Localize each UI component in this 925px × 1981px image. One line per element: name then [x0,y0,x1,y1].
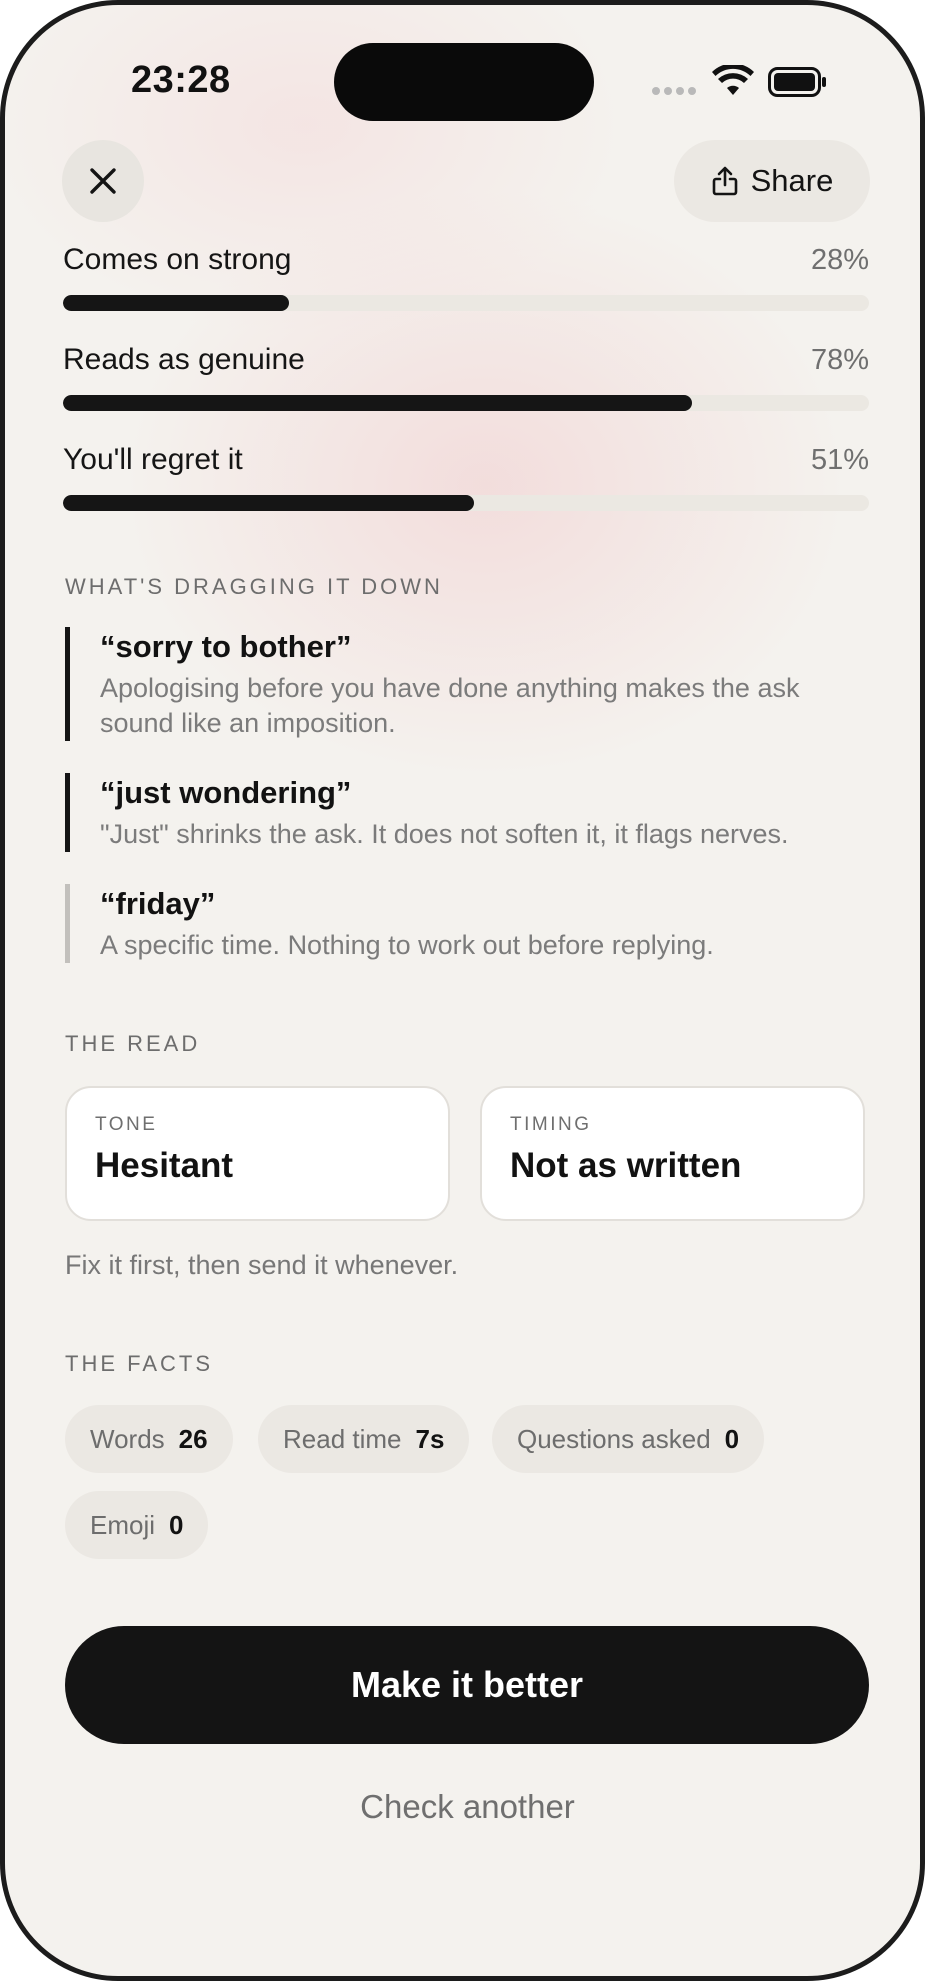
metric-label: Comes on strong [63,243,292,276]
flag-item: “just wondering” "Just" shrinks the ask.… [65,773,873,852]
wifi-icon [712,65,754,95]
metric-percent: 78% [810,344,869,376]
flag-quote: “friday” [100,886,216,921]
tone-key: TONE [95,1114,158,1135]
fact-key: Read time [283,1423,402,1454]
flag-quote: “just wondering” [100,775,352,810]
fact-key: Questions asked [517,1423,711,1454]
check-another-button[interactable]: Check another [5,1788,920,1826]
timing-key: TIMING [510,1114,592,1135]
fact-value: 0 [724,1423,740,1454]
flag-detail: Apologising before you have done anythin… [100,673,800,738]
phone-frame: 23:28 Share Comes on strong 28% Reads as [0,0,925,1981]
metric-track [63,495,869,511]
close-button[interactable] [62,140,144,222]
fact-chip-emoji: Emoji 0 [65,1491,209,1559]
flag-detail: "Just" shrinks the ask. It does not soft… [100,819,789,849]
metric-label: You'll regret it [63,443,243,476]
metric-track [63,295,869,311]
read-advice: Fix it first, then send it whenever. [65,1250,459,1280]
flag-quote: “sorry to bother” [100,629,352,664]
metric-youll-regret-it: You'll regret it 51% [63,443,869,511]
dynamic-island [334,43,594,121]
share-button[interactable]: Share [674,140,870,222]
flag-detail: A specific time. Nothing to work out bef… [100,930,714,960]
metric-label: Reads as genuine [63,343,305,376]
fact-key: Words [90,1423,165,1454]
metric-track [63,395,869,411]
status-time: 23:28 [131,59,231,101]
tone-value: Hesitant [95,1146,234,1185]
fact-value: 0 [169,1509,184,1540]
fact-value: 7s [415,1423,445,1454]
section-title-dragging: WHAT'S DRAGGING IT DOWN [65,574,443,599]
cellular-signal-icon [652,87,696,95]
fact-value: 26 [178,1423,208,1454]
share-label: Share [750,163,834,198]
metric-comes-on-strong: Comes on strong 28% [63,243,869,311]
metric-percent: 51% [810,444,869,476]
battery-icon [768,67,826,97]
make-it-better-button[interactable]: Make it better [65,1626,869,1744]
metric-percent: 28% [810,244,869,276]
section-title-facts: THE FACTS [65,1351,214,1376]
close-icon [90,168,116,194]
fact-chip-read-time: Read time 7s [258,1405,470,1473]
timing-card: TIMING Not as written [480,1086,865,1221]
fact-chip-words: Words 26 [65,1405,233,1473]
flag-item: “sorry to bother” Apologising before you… [65,627,873,741]
metric-fill [63,295,289,311]
flag-item: “friday” A specific time. Nothing to wor… [65,884,873,963]
tone-card: TONE Hesitant [65,1086,450,1221]
metric-fill [63,395,692,411]
fact-chip-questions: Questions asked 0 [492,1405,765,1473]
metric-fill [63,495,475,511]
share-icon [712,166,737,196]
timing-value: Not as written [510,1146,742,1185]
section-title-read: THE READ [65,1031,201,1056]
metric-reads-as-genuine: Reads as genuine 78% [63,343,869,411]
fact-key: Emoji [90,1509,156,1540]
make-it-better-label: Make it better [350,1664,584,1705]
